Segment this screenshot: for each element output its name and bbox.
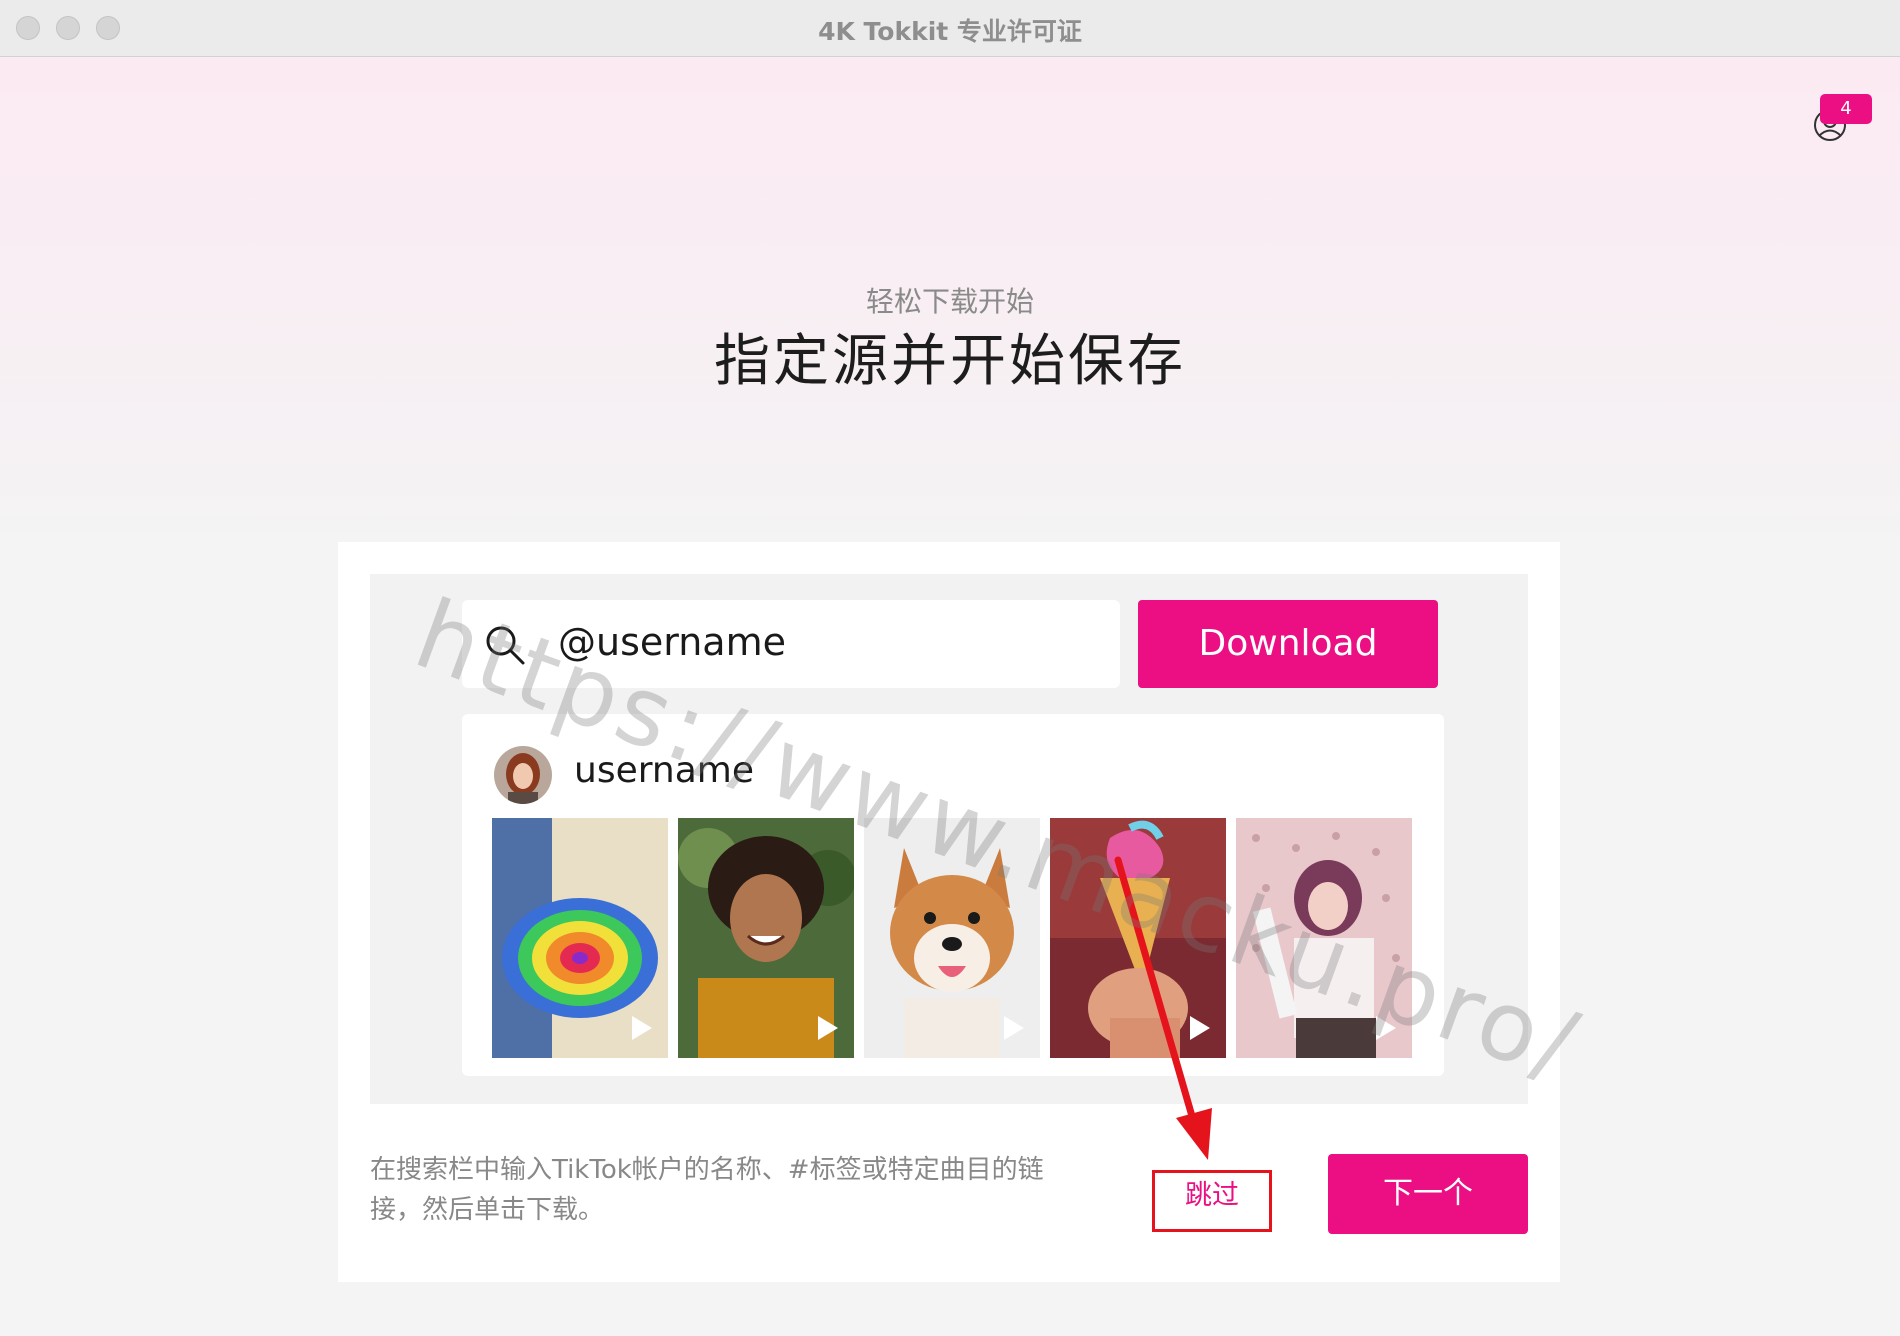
title-bar: 4K Tokkit 专业许可证 [0, 0, 1900, 57]
page-subtitle: 轻松下载开始 [865, 285, 1034, 318]
video-thumbnail[interactable] [678, 818, 854, 1058]
video-thumbnail[interactable] [492, 818, 668, 1058]
account-badge: 4 [1820, 94, 1872, 124]
video-thumbnail[interactable] [1050, 818, 1226, 1058]
app-window: 4K Tokkit 专业许可证 4 轻松下载开始 指定源并开始保存 @usern… [0, 0, 1900, 1336]
search-icon [486, 626, 525, 665]
search-input[interactable]: @username [462, 600, 1120, 688]
video-thumbnail[interactable] [1236, 818, 1412, 1058]
next-button[interactable]: 下一个 [1328, 1154, 1528, 1234]
annotation-highlight-box [1152, 1170, 1272, 1232]
download-button[interactable]: Download [1138, 600, 1438, 688]
video-thumbnail[interactable] [864, 818, 1040, 1058]
avatar [494, 746, 552, 804]
search-value: @username [558, 620, 786, 664]
onboarding-card: @username Download username 在搜索栏中输入TikTo… [338, 542, 1560, 1282]
page-title: 指定源并开始保存 [714, 329, 1186, 394]
profile-name: username [574, 750, 754, 791]
help-text: 在搜索栏中输入TikTok帐户的名称、#标签或特定曲目的链接，然后单击下载。 [370, 1155, 1044, 1225]
preview-illustration: @username Download username [370, 574, 1528, 1104]
profile-preview: username [462, 714, 1444, 1076]
window-title: 4K Tokkit 专业许可证 [818, 17, 1082, 46]
